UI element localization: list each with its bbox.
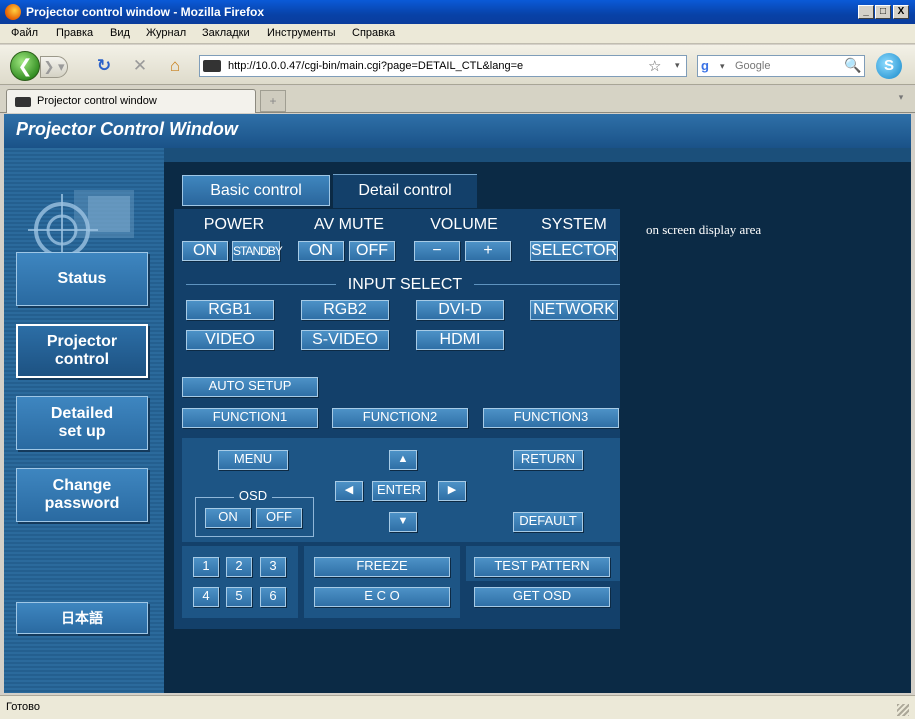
power-standby-button[interactable]: STANDBY [232, 241, 283, 261]
google-icon[interactable]: g [701, 58, 717, 74]
function2-button[interactable]: FUNCTION2 [332, 408, 468, 428]
sidebar-item-detailed-setup[interactable]: Detailed set up [16, 396, 148, 450]
menu-bar: Файл Правка Вид Журнал Закладки Инструме… [0, 24, 915, 44]
input-select-label: INPUT SELECT [347, 276, 463, 293]
minimize-button[interactable]: _ [858, 5, 874, 19]
menu-button[interactable]: MENU [218, 450, 288, 470]
return-button[interactable]: RETURN [513, 450, 583, 470]
search-icon[interactable]: 🔍 [844, 57, 861, 74]
input-rgb1-button[interactable]: RGB1 [186, 300, 274, 320]
input-video-button[interactable]: VIDEO [186, 330, 274, 350]
sidebar-item-japanese[interactable]: 日本語 [16, 602, 148, 634]
sidebar-item-status[interactable]: Status [16, 252, 148, 306]
window-title: Projector control window - Mozilla Firef… [26, 5, 265, 19]
window-title-bar: Projector control window - Mozilla Firef… [0, 0, 915, 24]
volume-label: VOLUME [430, 216, 498, 233]
page-title: Projector Control Window [16, 119, 238, 139]
freeze-button[interactable]: FREEZE [314, 557, 450, 577]
firefox-icon [5, 4, 21, 20]
menu-view[interactable]: Вид [110, 27, 130, 39]
auto-setup-button[interactable]: AUTO SETUP [182, 377, 318, 397]
system-label: SYSTEM [541, 216, 607, 233]
number-2-button[interactable]: 2 [226, 557, 252, 577]
osd-off-button[interactable]: OFF [256, 508, 302, 528]
forward-icon[interactable]: ❯ ▾ [40, 56, 68, 78]
site-icon [203, 60, 221, 72]
menu-edit[interactable]: Правка [56, 27, 93, 39]
maximize-button[interactable]: □ [875, 5, 891, 19]
osd-on-button[interactable]: ON [205, 508, 251, 528]
resize-grip-icon[interactable] [897, 704, 909, 716]
menu-file[interactable]: Файл [11, 27, 38, 39]
number-4-button[interactable]: 4 [193, 587, 219, 607]
navigation-toolbar: ❮ ❯ ▾ ↻ ✕ ⌂ http://10.0.0.47/cgi-bin/mai… [0, 45, 915, 85]
number-1-button[interactable]: 1 [193, 557, 219, 577]
input-dvid-button[interactable]: DVI-D [416, 300, 504, 320]
tab-title: Projector control window [37, 95, 157, 107]
search-engine-dropdown-icon[interactable]: ▾ [720, 61, 725, 72]
page-content: Projector Control Window Status Projecto… [4, 114, 911, 693]
input-rgb2-button[interactable]: RGB2 [301, 300, 389, 320]
tab-detail-control[interactable]: Detail control [333, 174, 477, 208]
arrow-down-icon[interactable]: ▼ [389, 512, 417, 532]
default-button[interactable]: DEFAULT [513, 512, 583, 532]
menu-tools[interactable]: Инструменты [267, 27, 336, 39]
divider-left [186, 284, 336, 285]
tab-list-icon[interactable]: ▾ [893, 92, 909, 108]
menu-help[interactable]: Справка [352, 27, 395, 39]
sidebar-item-projector-control[interactable]: Projector control [16, 324, 148, 378]
volume-up-button[interactable]: + [465, 241, 511, 261]
input-svideo-button[interactable]: S-VIDEO [301, 330, 389, 350]
back-icon[interactable]: ❮ [10, 51, 40, 81]
test-pattern-button[interactable]: TEST PATTERN [474, 557, 610, 577]
function3-button[interactable]: FUNCTION3 [483, 408, 619, 428]
input-network-button[interactable]: NETWORK [530, 300, 618, 320]
close-button[interactable]: X [893, 5, 909, 19]
url-text: http://10.0.0.47/cgi-bin/main.cgi?page=D… [228, 60, 524, 72]
url-dropdown-icon[interactable]: ▾ [675, 60, 680, 71]
bookmark-star-icon[interactable]: ☆ [648, 57, 661, 75]
home-icon[interactable]: ⌂ [165, 57, 185, 75]
search-placeholder: Google [735, 60, 771, 72]
sidebar-item-change-password[interactable]: Change password [16, 468, 148, 522]
osd-label: OSD [234, 488, 272, 503]
number-3-button[interactable]: 3 [260, 557, 286, 577]
browser-tab[interactable]: Projector control window [6, 89, 256, 113]
avmute-on-button[interactable]: ON [298, 241, 344, 261]
avmute-label: AV MUTE [314, 216, 384, 233]
function1-button[interactable]: FUNCTION1 [182, 408, 318, 428]
number-6-button[interactable]: 6 [260, 587, 286, 607]
power-label: POWER [203, 216, 265, 233]
arrow-right-icon[interactable]: ▶ [438, 481, 466, 501]
menu-bookmarks[interactable]: Закладки [202, 27, 250, 39]
new-tab-icon[interactable]: + [260, 90, 286, 112]
tab-site-icon [15, 97, 31, 107]
url-bar[interactable]: http://10.0.0.47/cgi-bin/main.cgi?page=D… [199, 55, 687, 77]
osd-display-area: on screen display area [646, 222, 762, 237]
divider-right [474, 284, 620, 285]
tab-strip: Projector control window + ▾ [0, 86, 915, 113]
get-osd-button[interactable]: GET OSD [474, 587, 610, 607]
power-on-button[interactable]: ON [182, 241, 228, 261]
arrow-up-icon[interactable]: ▲ [389, 450, 417, 470]
status-bar: Готово [0, 695, 915, 719]
stop-icon[interactable]: ✕ [130, 57, 150, 75]
input-hdmi-button[interactable]: HDMI [416, 330, 504, 350]
tab-basic-control[interactable]: Basic control [182, 175, 330, 206]
eco-button[interactable]: E C O [314, 587, 450, 607]
avmute-off-button[interactable]: OFF [349, 241, 395, 261]
menu-history[interactable]: Журнал [146, 27, 186, 39]
skype-icon[interactable]: S [876, 53, 902, 79]
system-selector-button[interactable]: SELECTOR [530, 241, 618, 261]
search-bar[interactable]: g ▾ Google 🔍 [697, 55, 865, 77]
reload-icon[interactable]: ↻ [94, 57, 114, 75]
number-5-button[interactable]: 5 [226, 587, 252, 607]
volume-down-button[interactable]: − [414, 241, 460, 261]
page-header: Projector Control Window [4, 114, 911, 148]
status-text: Готово [6, 701, 40, 713]
arrow-left-icon[interactable]: ◀ [335, 481, 363, 501]
enter-button[interactable]: ENTER [372, 481, 426, 501]
